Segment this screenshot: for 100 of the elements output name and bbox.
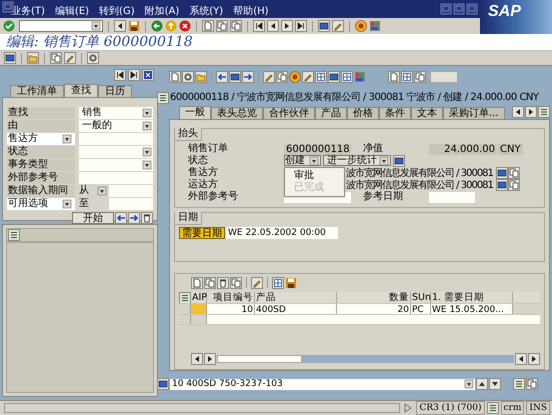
command-field[interactable] [19,20,103,32]
input-field[interactable] [109,198,153,210]
minimize-icon[interactable] [440,3,452,15]
tab[interactable]: 价格 [347,107,379,119]
layout-icon[interactable] [369,20,381,32]
partner-field[interactable]: 波市宽网信息发展有限公司 / 300081 [346,168,496,178]
list-icon[interactable] [8,229,20,241]
marker-icon[interactable] [302,71,314,83]
input-field[interactable] [109,185,153,197]
up-icon[interactable] [476,378,488,390]
menu-item[interactable]: 帮助(H) [228,5,274,18]
input-field[interactable] [79,146,153,158]
value-help-icon[interactable] [61,198,73,210]
dropdown-icon[interactable] [141,120,153,132]
tab-list-icon[interactable] [538,106,550,118]
pages-icon[interactable] [526,378,538,390]
menu-item[interactable]: 系统(Y) [184,5,228,18]
previous-icon[interactable] [216,71,228,83]
next-icon[interactable] [242,71,254,83]
edit-icon[interactable] [263,71,275,83]
edit-icon[interactable] [64,52,76,64]
value-help-icon[interactable] [61,133,73,145]
copy-icon[interactable] [230,277,242,289]
tab[interactable]: 日历 [98,85,132,97]
display-icon[interactable] [229,71,241,83]
new-item-icon[interactable] [191,277,203,289]
tab[interactable]: 工作清单 [10,85,64,97]
further-status-button[interactable]: 进一步统计 [323,155,391,166]
maximize-icon[interactable] [453,3,465,15]
last-icon[interactable] [128,69,140,81]
item-field[interactable]: 10 400SD 750-3237-103 [170,378,475,390]
tab[interactable]: 采购订单... [443,107,505,119]
dropdown-icon[interactable] [141,159,153,171]
tab[interactable]: 产品 [315,107,347,119]
dropdown-icon[interactable] [141,146,153,158]
partner-field[interactable]: 波市宽网信息发展有限公司 / 300081 [346,180,496,190]
status-button[interactable]: 创建 [284,155,321,166]
scrollbar[interactable] [217,354,514,362]
menu-item[interactable]: 编辑(E) [50,5,94,18]
copy-icon[interactable] [276,71,288,83]
last-page-icon[interactable] [295,20,307,32]
dropdown-icon[interactable] [308,154,320,166]
copy-icon[interactable] [50,52,62,64]
down-icon[interactable] [489,378,501,390]
scroll-right-icon[interactable] [525,106,537,118]
date-field[interactable]: WE 22.05.2002 00:00 [226,227,338,239]
select-all-icon[interactable] [179,292,191,304]
monitor-icon[interactable] [328,71,340,83]
input-field[interactable] [429,192,475,202]
tab[interactable]: 查找 [64,84,98,97]
input-field[interactable] [79,172,153,184]
scroll-left-icon[interactable] [512,106,524,118]
tab[interactable]: 条件 [379,107,411,119]
first-icon[interactable] [114,69,126,81]
input-field[interactable] [79,159,153,171]
folder-icon[interactable] [27,52,39,64]
dropdown-icon[interactable] [463,378,475,390]
dropdown-icon[interactable] [141,107,153,119]
scroll-right-icon[interactable] [204,352,216,364]
right-arrow-icon[interactable] [128,212,140,224]
first-page-icon[interactable] [253,20,265,32]
menu-item[interactable]: 转到(G) [94,5,140,18]
input-field[interactable]: 一般的 [79,120,153,132]
field-label: 销售订单 [188,143,229,154]
previous-page-icon[interactable] [267,20,279,32]
edit-icon[interactable] [251,277,263,289]
help-icon[interactable] [355,20,367,32]
enter-icon[interactable] [3,20,15,32]
tab[interactable]: 合作伙伴 [263,107,315,119]
tab[interactable]: 文本 [411,107,443,119]
document-icon[interactable] [169,71,181,83]
next-page-icon[interactable] [281,20,293,32]
left-arrow-icon[interactable] [115,212,127,224]
save-icon[interactable] [128,20,140,32]
scroll-right-icon[interactable] [528,352,540,364]
save-icon[interactable] [285,277,297,289]
expand-icon[interactable] [402,402,414,414]
dropdown-icon[interactable] [378,154,390,166]
trash-icon[interactable] [141,212,153,224]
dropdown-icon[interactable] [96,185,108,197]
delete-icon[interactable] [217,277,229,289]
tab[interactable]: 一般 [179,106,211,119]
logo: SAP [488,3,521,21]
pages-icon[interactable] [414,71,426,83]
close-icon[interactable] [142,69,154,81]
tab[interactable]: 表头总览 [211,107,263,119]
back-icon[interactable] [151,20,163,32]
scroll-left-icon[interactable] [515,352,527,364]
input-field[interactable]: 销售 [79,107,153,119]
page-icon[interactable] [388,71,400,83]
scroll-left-icon[interactable] [191,352,203,364]
table-icon[interactable] [315,71,327,83]
dropdown-icon[interactable] [90,20,102,32]
cancel-icon[interactable] [179,20,191,32]
display-icon[interactable] [4,52,16,64]
detail-icon[interactable] [513,378,525,390]
menu-item[interactable]: 附加(A) [140,5,184,18]
menu-item[interactable]: 审批 [285,170,344,182]
start-button[interactable]: 开始 [72,212,114,224]
input-field[interactable] [79,133,153,145]
